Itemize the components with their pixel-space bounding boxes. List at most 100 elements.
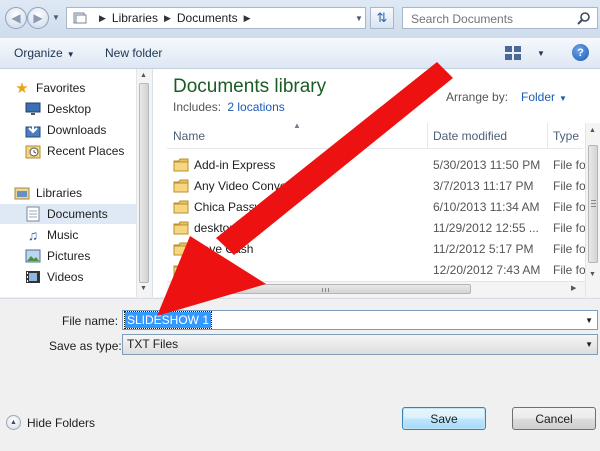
pictures-icon	[25, 248, 41, 264]
breadcrumb-separator-icon: ▶	[243, 12, 251, 23]
column-header: ▲ Name Date modified Type	[167, 121, 583, 149]
column-date-modified[interactable]: Date modified	[433, 129, 507, 143]
library-title: Documents library	[173, 76, 327, 97]
hide-folders-button[interactable]: ▲ Hide Folders	[6, 415, 95, 430]
save-panel: File name: SLIDESHOW 1 ▼ Save as type: T…	[0, 298, 600, 451]
help-button[interactable]: ?	[572, 44, 589, 61]
scroll-down-icon[interactable]: ▼	[140, 285, 147, 292]
file-type: File fol	[553, 221, 589, 235]
scroll-left-icon[interactable]: ◀	[171, 284, 176, 292]
chevron-down-icon: ▼	[66, 50, 75, 59]
breadcrumb-libraries[interactable]: Libraries	[112, 11, 158, 25]
nav-favorites[interactable]: ★ Favorites	[14, 78, 151, 98]
table-row[interactable]: Chica Passwords 6/10/2013 11:34 AM File fo…	[167, 197, 588, 218]
file-name: Add-in Express	[194, 158, 276, 172]
scroll-right-icon[interactable]: ▶	[571, 284, 576, 292]
change-view-icon[interactable]	[505, 46, 523, 60]
scroll-down-icon[interactable]: ▼	[589, 271, 596, 278]
locations-link[interactable]: 2 locations	[227, 100, 284, 114]
search-box[interactable]	[402, 7, 598, 29]
arrange-by-dropdown[interactable]: Folder ▼	[521, 90, 567, 104]
horizontal-scrollbar[interactable]: ◀ ▶	[167, 281, 585, 297]
file-name-field[interactable]: SLIDESHOW 1 ▼	[122, 310, 598, 330]
views-dropdown-icon[interactable]: ▼	[537, 49, 545, 58]
chevron-down-icon[interactable]: ▼	[585, 316, 593, 325]
file-name: Any Video Converter	[194, 179, 305, 193]
music-icon: ♫	[27, 227, 39, 243]
save-as-type-value: TXT Files	[127, 337, 179, 351]
horizontal-scroll-thumb[interactable]	[181, 284, 471, 294]
scroll-up-icon[interactable]: ▲	[589, 127, 596, 134]
chevron-down-icon: ▼	[559, 94, 567, 103]
search-input[interactable]	[409, 9, 573, 29]
includes-label: Includes:	[173, 100, 222, 114]
nav-item-label: Recent Places	[47, 144, 125, 158]
save-as-type-label: Save as type:	[49, 339, 122, 353]
command-bar: Organize ▼ New folder ▼ ?	[0, 38, 600, 69]
address-dropdown-icon[interactable]: ▼	[355, 14, 363, 23]
table-row[interactable]: desktop files 11/29/2012 12:55 ... File fo…	[167, 218, 588, 239]
nav-libraries[interactable]: Libraries	[14, 183, 151, 203]
table-row[interactable]: Add-in Express 5/30/2013 11:50 PM File fol	[167, 155, 588, 176]
breadcrumb-separator-icon: ▶	[163, 12, 171, 23]
file-name-value[interactable]: SLIDESHOW 1	[123, 311, 213, 329]
save-button[interactable]: Save	[402, 407, 486, 430]
file-name: Player	[194, 263, 229, 277]
arrange-by-label: Arrange by:	[446, 90, 509, 104]
breadcrumb-documents[interactable]: Documents	[177, 11, 238, 25]
refresh-button[interactable]: ⇅	[370, 7, 394, 29]
file-type: File fol	[553, 263, 589, 277]
recent-places-icon	[25, 143, 41, 159]
table-row[interactable]: Any Video Converter 3/7/2013 11:17 PM File…	[167, 176, 588, 197]
forward-arrow-icon: ▶	[33, 11, 43, 25]
cancel-button[interactable]: Cancel	[512, 407, 596, 430]
table-row[interactable]: Player 12/20/2012 7:43 AM File fol	[167, 260, 588, 281]
file-name: Dave Cash	[194, 242, 254, 256]
nav-favorites-label: Favorites	[36, 81, 86, 95]
organize-button[interactable]: Organize ▼	[14, 46, 75, 60]
navigation-pane: ★ Favorites Desktop Downloads Recent Pla…	[0, 69, 153, 297]
folder-icon	[173, 242, 189, 256]
nav-item-label: Downloads	[47, 123, 107, 137]
file-list-pane: Documents library Includes: 2 locations …	[153, 69, 600, 297]
save-as-type-select[interactable]: TXT Files ▼	[122, 334, 598, 355]
library-icon	[73, 12, 87, 24]
hide-folders-label: Hide Folders	[27, 415, 96, 430]
column-type[interactable]: Type	[553, 129, 579, 143]
file-name: Chica Passwords	[194, 200, 287, 214]
forward-button[interactable]: ▶	[27, 7, 49, 29]
file-date-modified: 12/20/2012 7:43 AM	[433, 263, 541, 277]
file-date-modified: 3/7/2013 11:17 PM	[433, 179, 534, 193]
nav-scrollbar[interactable]: ▲ ▼	[136, 69, 152, 297]
file-date-modified: 5/30/2013 11:50 PM	[433, 158, 541, 172]
arrange-by-value: Folder	[521, 90, 556, 104]
column-divider[interactable]	[427, 123, 428, 148]
file-date-modified: 11/29/2012 12:55 ...	[433, 221, 539, 235]
desktop-icon	[25, 101, 41, 117]
address-bar: ◀ ▶ ▼ ▶ Libraries ▶ Documents ▶ ▼ ⇅	[0, 0, 600, 39]
vertical-scroll-thumb[interactable]	[588, 145, 598, 263]
nav-item-label: Music	[47, 228, 79, 242]
help-icon: ?	[577, 46, 584, 59]
search-icon[interactable]	[577, 11, 591, 25]
column-divider[interactable]	[547, 123, 548, 148]
libraries-icon	[14, 185, 30, 201]
table-row[interactable]: Dave Cash 11/2/2012 5:17 PM File fol	[167, 239, 588, 260]
scroll-up-icon[interactable]: ▲	[140, 72, 147, 79]
file-name: desktop files	[194, 221, 261, 235]
new-folder-button[interactable]: New folder	[105, 46, 162, 60]
breadcrumb[interactable]: ▶ Libraries ▶ Documents ▶	[66, 7, 366, 29]
nav-item-label: Pictures	[47, 249, 91, 263]
library-includes: Includes: 2 locations	[173, 100, 285, 114]
back-button[interactable]: ◀	[5, 7, 27, 29]
nav-item-documents[interactable]: Documents	[0, 204, 137, 224]
nav-item-label: Videos	[47, 270, 84, 284]
vertical-scrollbar[interactable]: ▲ ▼	[585, 123, 600, 297]
recent-pages-dropdown-icon[interactable]: ▼	[52, 13, 60, 22]
file-date-modified: 11/2/2012 5:17 PM	[433, 242, 534, 256]
column-name[interactable]: Name	[173, 129, 205, 143]
nav-scroll-thumb[interactable]	[139, 83, 149, 283]
nav-item-label: Desktop	[47, 102, 92, 116]
documents-icon	[25, 206, 41, 222]
file-name-label: File name:	[62, 314, 119, 328]
